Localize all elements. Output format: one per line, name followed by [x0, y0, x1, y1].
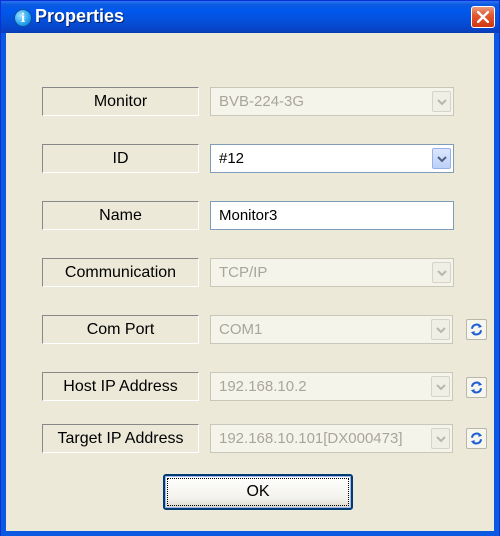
monitor-label: Monitor	[42, 87, 199, 116]
chevron-down-icon	[437, 270, 447, 277]
monitor-select[interactable]: BVB-224-3G	[210, 87, 454, 116]
com-port-refresh-button[interactable]	[466, 319, 487, 340]
chevron-down-icon	[437, 99, 447, 106]
com-port-select[interactable]: COM1	[210, 315, 453, 344]
communication-value: TCP/IP	[219, 264, 268, 281]
monitor-value: BVB-224-3G	[219, 93, 305, 110]
communication-label: Communication	[42, 258, 199, 287]
name-value: Monitor3	[219, 207, 278, 224]
close-icon	[477, 11, 489, 23]
name-label: Name	[42, 201, 199, 230]
name-input[interactable]: Monitor3	[210, 201, 454, 230]
window-frame-left	[1, 33, 6, 535]
info-icon: i	[14, 9, 32, 27]
monitor-dropdown-button[interactable]	[432, 91, 451, 112]
id-select[interactable]: #12	[210, 144, 454, 173]
window-frame-bottom	[1, 531, 499, 536]
refresh-icon	[470, 381, 483, 394]
com-port-value: COM1	[219, 321, 263, 338]
target-ip-refresh-button[interactable]	[466, 428, 487, 449]
chevron-down-icon	[436, 384, 446, 391]
window-frame-right	[494, 33, 499, 535]
host-ip-value: 192.168.10.2	[219, 378, 307, 395]
target-ip-select[interactable]: 192.168.10.101[DX000473]	[210, 424, 453, 453]
id-value: #12	[219, 150, 245, 167]
target-ip-value: 192.168.10.101[DX000473]	[219, 430, 403, 447]
communication-dropdown-button[interactable]	[432, 262, 451, 283]
com-port-dropdown-button[interactable]	[431, 319, 450, 340]
host-ip-label: Host IP Address	[42, 372, 199, 401]
id-label: ID	[42, 144, 199, 173]
chevron-down-icon	[437, 156, 447, 163]
host-ip-dropdown-button[interactable]	[431, 376, 450, 397]
chevron-down-icon	[436, 436, 446, 443]
refresh-icon	[470, 323, 483, 336]
chevron-down-icon	[436, 327, 446, 334]
target-ip-label: Target IP Address	[42, 424, 199, 453]
com-port-label: Com Port	[42, 315, 199, 344]
host-ip-refresh-button[interactable]	[466, 377, 487, 398]
host-ip-select[interactable]: 192.168.10.2	[210, 372, 453, 401]
title-bar[interactable]: i Properties	[1, 1, 499, 33]
refresh-icon	[470, 432, 483, 445]
id-dropdown-button[interactable]	[432, 148, 451, 169]
properties-dialog: i Properties Monitor BVB-224-3G ID #12 N…	[0, 0, 500, 536]
target-ip-dropdown-button[interactable]	[431, 428, 450, 449]
communication-select[interactable]: TCP/IP	[210, 258, 454, 287]
ok-button[interactable]: OK	[163, 474, 353, 510]
close-button[interactable]	[471, 6, 495, 28]
window-title: Properties	[35, 6, 125, 26]
